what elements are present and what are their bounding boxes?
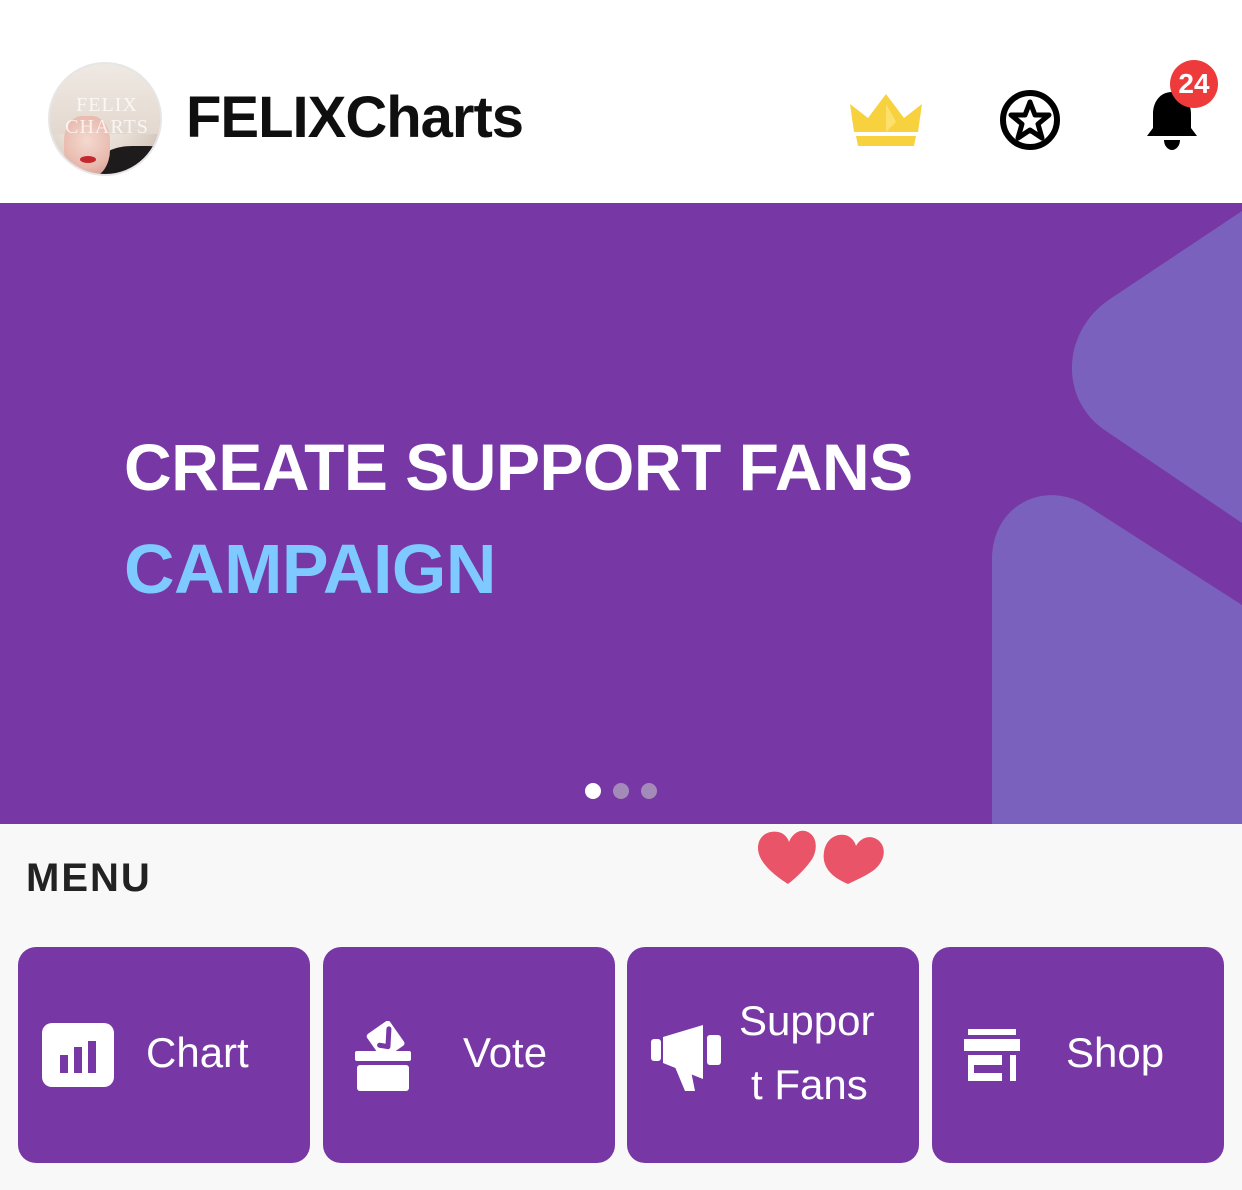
carousel-dot[interactable] [585,783,601,799]
avatar-watermark: FELIX CHARTS [65,94,149,138]
notification-badge: 24 [1170,60,1218,108]
banner-title: CREATE SUPPORT FANS [124,430,913,504]
menu-tile-chart[interactable]: Chart [18,947,310,1163]
app-header: FELIX CHARTS FELIXCharts 24 [0,0,1242,203]
megaphone-icon [651,1025,721,1091]
app-title: FELIXCharts [186,85,524,150]
hearts-icon [758,830,884,884]
carousel-dot[interactable] [641,783,657,799]
storefront-icon [964,1029,1020,1081]
banner-subtitle: CAMPAIGN [124,530,496,608]
menu-tile-shop[interactable]: Shop [932,947,1224,1163]
menu-tile-label: Vote [463,1029,548,1076]
menu-tile-label: Chart [146,1029,249,1076]
menu-tile-label: t Fans [751,1061,868,1108]
banner-decoration [992,211,1242,824]
ballot-box-icon [355,1021,411,1091]
profile-avatar[interactable]: FELIX CHARTS [48,62,162,176]
menu-tile-label: Shop [1066,1029,1165,1076]
campaign-banner[interactable]: CREATE SUPPORT FANS CAMPAIGN [0,203,1242,824]
menu-tile-vote[interactable]: Vote [323,947,615,1163]
carousel-dot[interactable] [613,783,629,799]
menu-tile-label: Suppor [739,997,875,1044]
star-badge-icon[interactable] [998,88,1062,152]
bar-chart-icon [42,1023,114,1087]
menu-tile-support-fans[interactable]: Suppor t Fans [627,947,919,1163]
crown-icon[interactable] [848,92,924,148]
avatar-lips [80,156,96,163]
menu-heading: MENU [26,856,152,900]
